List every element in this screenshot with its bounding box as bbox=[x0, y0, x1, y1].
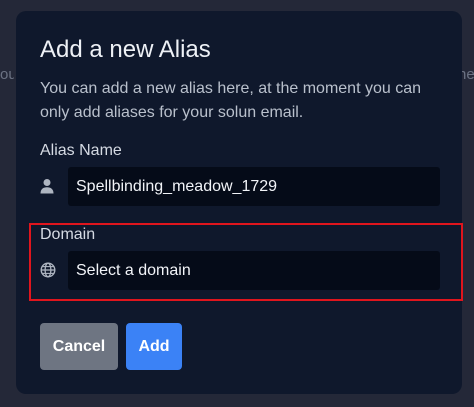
add-alias-modal: Add a new Alias You can add a new alias … bbox=[16, 11, 463, 394]
user-icon bbox=[40, 179, 54, 194]
globe-icon bbox=[40, 262, 56, 278]
modal-description: You can add a new alias here, at the mom… bbox=[40, 80, 421, 121]
domain-label: Domain bbox=[40, 226, 96, 243]
add-button[interactable]: Add bbox=[126, 323, 182, 370]
alias-name-label: Alias Name bbox=[40, 142, 122, 159]
alias-name-input[interactable] bbox=[68, 167, 440, 206]
cancel-button[interactable]: Cancel bbox=[40, 323, 118, 370]
backdrop-text-left: ou bbox=[0, 66, 14, 83]
domain-select[interactable]: Select a domain bbox=[68, 251, 440, 290]
modal-title: Add a new Alias bbox=[40, 36, 211, 63]
